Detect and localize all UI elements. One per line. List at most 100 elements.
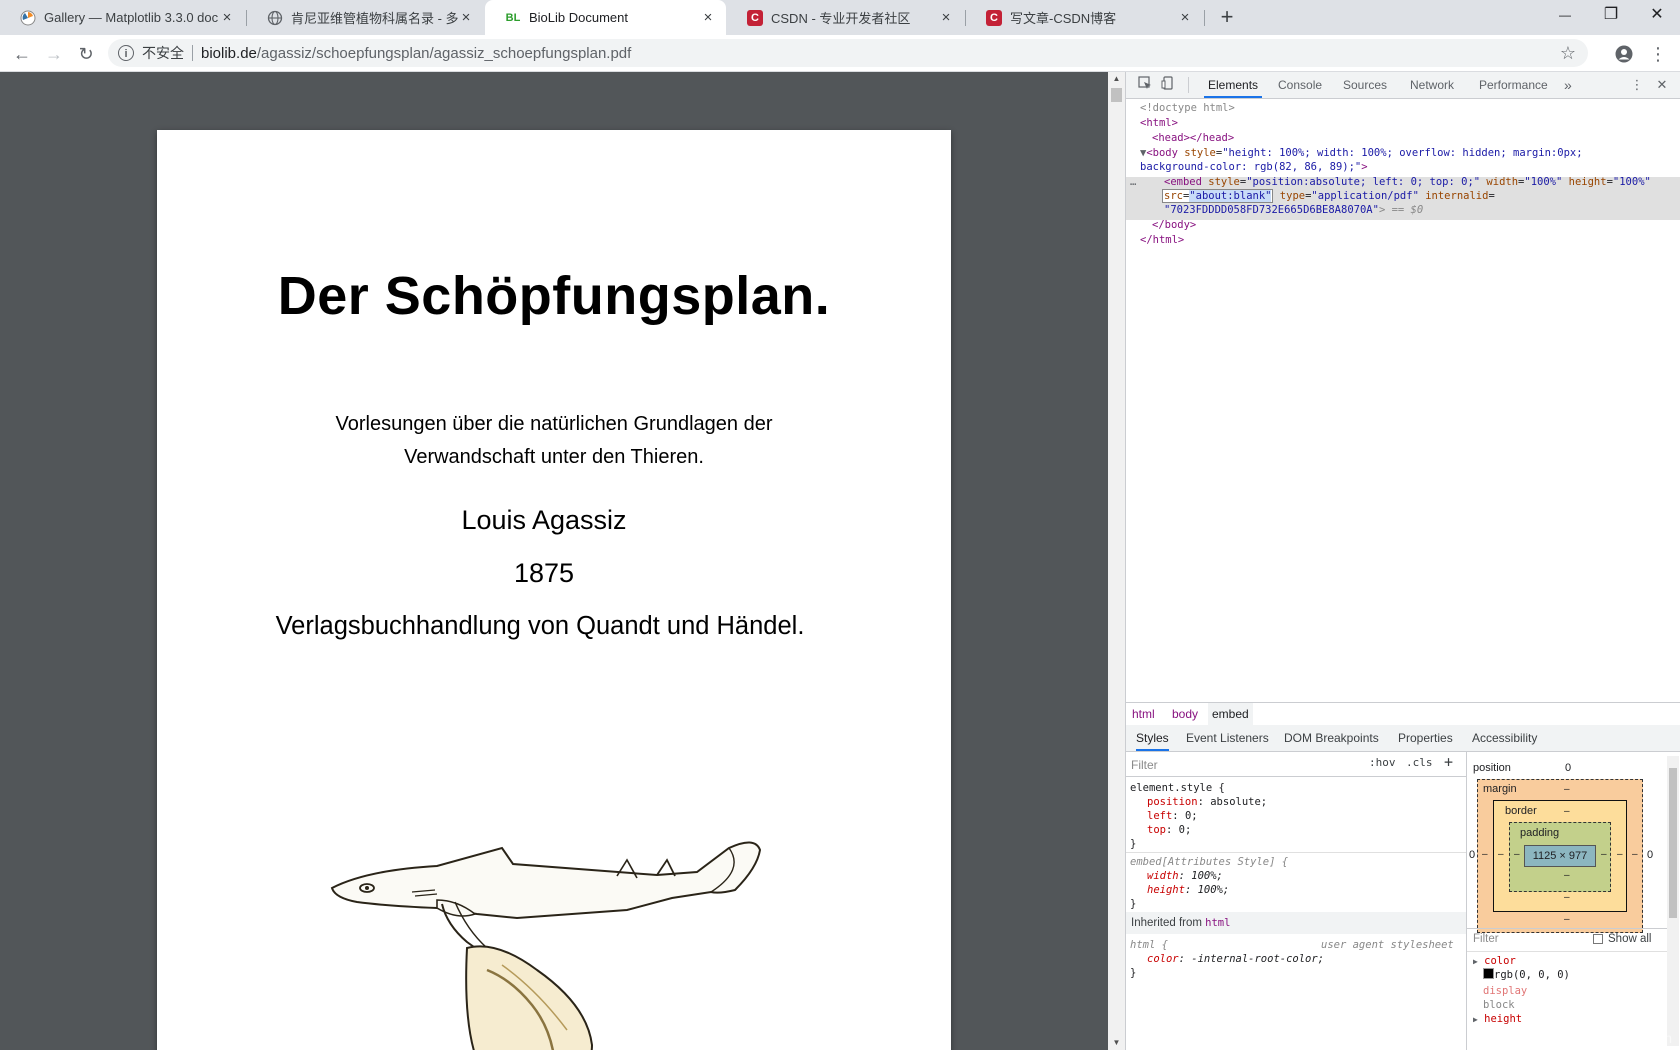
position-label: position: [1473, 762, 1511, 774]
breadcrumb-body[interactable]: body: [1172, 703, 1198, 725]
show-all-checkbox[interactable]: [1593, 934, 1603, 944]
cls-button[interactable]: .cls: [1406, 756, 1433, 769]
inspect-element-icon[interactable]: [1136, 76, 1154, 94]
border-label: border: [1505, 805, 1537, 817]
html-rule-selector: html {: [1130, 939, 1168, 951]
dom-body-row[interactable]: ▼<body style="height: 100%; width: 100%;…: [1140, 146, 1583, 161]
url-host: biolib.de: [201, 44, 257, 62]
content-size[interactable]: 1125 × 977: [1524, 845, 1596, 867]
user-agent-stylesheet-label: user agent stylesheet: [1321, 939, 1454, 951]
viewer-scrollbar[interactable]: ▲ ▼: [1108, 72, 1125, 1050]
tab-network[interactable]: Network: [1406, 72, 1458, 98]
devtools-menu-icon[interactable]: ⋮: [1628, 76, 1646, 94]
pdf-year: 1875: [513, 558, 575, 588]
tab-elements[interactable]: Elements: [1204, 72, 1263, 98]
breadcrumb: html body embed: [1126, 702, 1680, 726]
subtab-dom-breakpoints[interactable]: DOM Breakpoints: [1284, 725, 1379, 751]
computed-scrollbar[interactable]: [1667, 756, 1679, 1046]
subtab-event-listeners[interactable]: Event Listeners: [1186, 725, 1269, 751]
new-style-rule-button[interactable]: +: [1444, 753, 1453, 771]
computed-filter-row: Filter Show all: [1467, 928, 1667, 952]
bookmark-star-icon[interactable]: ☆: [1560, 43, 1576, 64]
pdf-page: Der Schöpfungsplan. Vorlesungen über die…: [157, 130, 951, 1050]
styles-pane: :hov .cls + element.style { position: ab…: [1126, 752, 1467, 1050]
breadcrumb-html[interactable]: html: [1132, 703, 1155, 725]
address-bar[interactable]: i 不安全 biolib.de/agassiz/schoepfungsplan/…: [108, 39, 1588, 67]
watermark-text: https://blog.csdn.net/whitedrogen: [1466, 1030, 1672, 1046]
tab-csdn[interactable]: C CSDN - 专业开发者社区 ×: [727, 0, 964, 35]
reload-button[interactable]: ↻: [72, 40, 100, 68]
scrollbar-thumb[interactable]: [1111, 88, 1122, 102]
devtools-tabbar: Elements Console Sources Network Perform…: [1126, 72, 1680, 99]
browser-menu-icon[interactable]: ⋮: [1644, 40, 1672, 68]
tab-matplotlib[interactable]: Gallery — Matplotlib 3.3.0 doc ×: [0, 0, 245, 35]
tab-biolib-document[interactable]: BL BioLib Document ×: [485, 0, 726, 35]
close-icon[interactable]: ×: [458, 9, 474, 26]
subtab-properties[interactable]: Properties: [1398, 725, 1453, 751]
subtab-accessibility[interactable]: Accessibility: [1472, 725, 1537, 751]
expand-triangle-icon[interactable]: ▶: [1473, 1015, 1478, 1024]
globe-icon: [267, 10, 283, 26]
subtab-styles[interactable]: Styles: [1136, 725, 1169, 751]
minimize-button[interactable]: —: [1542, 0, 1588, 30]
inherited-html-link[interactable]: html: [1205, 917, 1230, 929]
tab-title: 肯尼亚维管植物科属名录 - 多识植: [291, 11, 458, 26]
url-text[interactable]: biolib.de/agassiz/schoepfungsplan/agassi…: [201, 45, 631, 62]
pdf-subtitle-line1: Vorlesungen über die natürlichen Grundla…: [335, 413, 773, 435]
omnibox-divider: [192, 45, 193, 61]
scrollbar-thumb[interactable]: [1669, 768, 1677, 918]
pdf-author: Louis Agassiz: [461, 505, 627, 535]
scroll-down-arrow-icon[interactable]: ▼: [1108, 1036, 1125, 1050]
security-label[interactable]: 不安全: [142, 43, 184, 63]
window-close-button[interactable]: ✕: [1634, 0, 1680, 30]
box-model-pane: position 0 margin – border – padding 112…: [1467, 752, 1680, 1050]
margin-label: margin: [1483, 783, 1517, 795]
restore-button[interactable]: ❐: [1588, 0, 1634, 30]
close-icon[interactable]: ×: [938, 9, 954, 26]
tab-console[interactable]: Console: [1274, 72, 1326, 98]
url-path: /agassiz/schoepfungsplan/agassiz_schoepf…: [256, 44, 632, 62]
close-icon[interactable]: ×: [700, 9, 716, 26]
forward-button[interactable]: →: [40, 40, 68, 68]
tab-csdn-write[interactable]: C 写文章-CSDN博客 ×: [966, 0, 1203, 35]
matplotlib-icon: [20, 10, 36, 26]
dom-html-close: </html>: [1140, 234, 1185, 246]
back-button[interactable]: ←: [8, 40, 36, 68]
dom-embed-row[interactable]: <embed style="position:absolute; left: 0…: [1164, 175, 1651, 190]
show-all-label: Show all: [1608, 933, 1652, 945]
close-icon[interactable]: ×: [1177, 9, 1193, 26]
dom-doctype: <!doctype html>: [1140, 102, 1235, 114]
tab-strip: Gallery — Matplotlib 3.3.0 doc × 肯尼亚维管植物…: [0, 0, 1680, 35]
computed-filter-input[interactable]: Filter: [1473, 933, 1499, 945]
tab-title: 写文章-CSDN博客: [1010, 11, 1117, 26]
expand-triangle-icon[interactable]: ▶: [1473, 957, 1478, 966]
close-icon[interactable]: ×: [219, 9, 235, 26]
computed-color-row[interactable]: ▶ color: [1473, 954, 1516, 969]
more-tabs-icon[interactable]: »: [1560, 72, 1576, 98]
biolib-icon: BL: [505, 11, 521, 24]
styles-filter-input[interactable]: [1129, 755, 1361, 775]
new-tab-button[interactable]: +: [1213, 4, 1241, 32]
element-style-selector: element.style {: [1130, 782, 1225, 794]
tab-title: BioLib Document: [529, 10, 628, 25]
hov-button[interactable]: :hov: [1369, 756, 1396, 769]
dom-body-close: </body>: [1152, 219, 1197, 231]
tab-separator: [1204, 10, 1205, 26]
dom-head: <head></head>: [1152, 132, 1235, 144]
dom-ellipsis-icon[interactable]: …: [1130, 175, 1136, 190]
tab-kenya-plants[interactable]: 肯尼亚维管植物科属名录 - 多识植 ×: [247, 0, 484, 35]
styles-subtabs: Styles Event Listeners DOM Breakpoints P…: [1126, 725, 1680, 752]
pdf-viewer[interactable]: Der Schöpfungsplan. Vorlesungen über die…: [0, 72, 1108, 1050]
tab-sources[interactable]: Sources: [1339, 72, 1391, 98]
profile-avatar-icon[interactable]: [1610, 40, 1638, 68]
devtools-close-icon[interactable]: ✕: [1653, 76, 1671, 94]
info-icon[interactable]: i: [118, 45, 134, 61]
breadcrumb-embed[interactable]: embed: [1208, 703, 1253, 725]
tab-performance[interactable]: Performance: [1475, 72, 1552, 98]
color-swatch[interactable]: [1483, 968, 1494, 979]
device-toolbar-icon[interactable]: [1159, 76, 1177, 94]
position-value[interactable]: 0: [1565, 762, 1571, 774]
tab-title: Gallery — Matplotlib 3.3.0 doc: [44, 10, 219, 25]
scroll-up-arrow-icon[interactable]: ▲: [1108, 72, 1125, 86]
dom-src-attr-editor[interactable]: src="about:blank": [1162, 189, 1274, 203]
